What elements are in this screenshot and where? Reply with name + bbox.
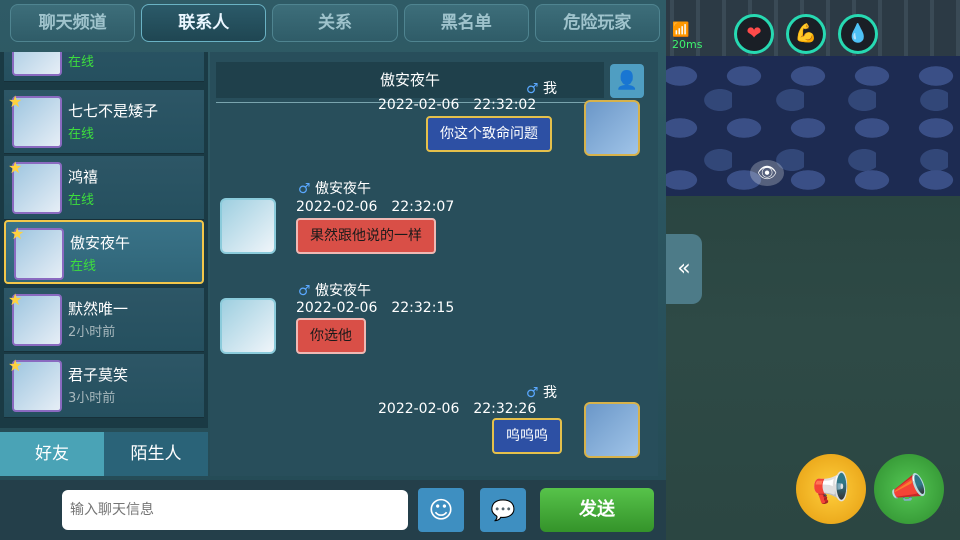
tab-relations[interactable]: 关系 — [272, 4, 398, 42]
contact-item-selected[interactable]: ★ 傲安夜午 在线 — [4, 220, 204, 284]
message-time: 2022-02-06 22:32:02 — [378, 97, 537, 113]
contact-item[interactable]: ★ 鸿禧 在线 — [4, 156, 204, 220]
star-icon: ★ — [8, 290, 23, 309]
contact-status: 在线 — [68, 193, 95, 208]
message-bubble: 你选他 — [296, 318, 366, 354]
contact-name: 默然唯一 — [68, 300, 129, 318]
star-icon: ★ — [10, 224, 25, 243]
chat-area[interactable]: 傲安夜午 👤 ♂ 我 2022-02-06 22:32:02 你这个致命问题 ♂… — [210, 52, 658, 476]
contact-item[interactable]: ★ 默然唯一 2小时前 — [4, 288, 204, 352]
sender-name: 我 — [543, 385, 558, 401]
avatar — [12, 52, 62, 76]
contact-item[interactable]: 在线 — [4, 52, 204, 82]
ping-value: 20ms — [672, 38, 703, 51]
tab-danger-players[interactable]: 危险玩家 — [534, 4, 661, 42]
avatar — [220, 298, 276, 354]
contact-name: 鸿禧 — [68, 168, 99, 186]
message-bubble: 呜呜呜 — [492, 418, 562, 454]
message-time: 2022-02-06 22:32:26 — [378, 401, 537, 417]
tab-contacts[interactable]: 联系人 — [141, 4, 267, 42]
message-bubble: 果然跟他说的一样 — [296, 218, 436, 254]
arm-icon[interactable]: 💪 — [786, 14, 826, 54]
smiley-icon[interactable]: ☺ — [418, 488, 464, 532]
avatar — [584, 100, 640, 156]
message-sender: ♂ 傲安夜午 — [298, 178, 371, 198]
heart-icon[interactable]: ❤ — [734, 14, 774, 54]
message-bubble: 你这个致命问题 — [426, 116, 552, 152]
tab-blacklist[interactable]: 黑名单 — [403, 4, 529, 42]
sender-name: 我 — [543, 81, 558, 97]
tab-friends[interactable]: 好友 — [0, 432, 104, 476]
male-icon: ♂ — [298, 181, 311, 197]
double-chevron-left-icon[interactable]: « — [666, 234, 702, 304]
megaphone-icon[interactable]: 📣 — [874, 454, 944, 524]
contact-list[interactable]: 在线 ★ 七七不是矮子 在线 ★ 鸿禧 在线 ★ 傲安夜午 在线 ★ 默然唯一 … — [0, 52, 208, 428]
input-bar: ☺ 💬 发送 — [0, 480, 666, 540]
contact-status: 2小时前 — [68, 325, 116, 340]
contact-status: 在线 — [70, 259, 97, 274]
contact-status: 3小时前 — [68, 391, 116, 406]
contact-status: 在线 — [68, 127, 95, 142]
star-icon: ★ — [8, 92, 23, 111]
message-time: 2022-02-06 22:32:07 — [296, 199, 455, 215]
message-time: 2022-02-06 22:32:15 — [296, 300, 455, 316]
star-icon: ★ — [8, 158, 23, 177]
user-icon[interactable]: 👤 — [610, 64, 644, 98]
contact-name: 傲安夜午 — [70, 234, 131, 252]
eye-icon[interactable]: 👁 — [750, 160, 784, 186]
ping-indicator: 📶 20ms — [672, 22, 702, 51]
speech-bubble-icon[interactable]: 💬 — [480, 488, 526, 532]
contact-item[interactable]: ★ 七七不是矮子 在线 — [4, 90, 204, 154]
contact-status: 在线 — [68, 55, 95, 70]
tab-chat-channel[interactable]: 聊天频道 — [10, 4, 136, 42]
chat-input[interactable] — [62, 490, 408, 530]
chat-panel: 聊天频道 联系人 关系 黑名单 危险玩家 在线 ★ 七七不是矮子 在线 ★ 鸿禧… — [0, 0, 666, 540]
tab-bar: 聊天频道 联系人 关系 黑名单 危险玩家 — [10, 4, 661, 46]
avatar — [220, 198, 276, 254]
send-button[interactable]: 发送 — [540, 488, 654, 532]
contact-name: 君子莫笑 — [68, 366, 129, 384]
sender-name: 傲安夜午 — [315, 181, 372, 197]
contact-filter-tabs: 好友 陌生人 — [0, 432, 208, 476]
contact-name: 七七不是矮子 — [68, 102, 159, 120]
wifi-icon: 📶 — [672, 22, 690, 38]
megaphone-icon[interactable]: 📢 — [796, 454, 866, 524]
avatar — [584, 402, 640, 458]
drop-icon[interactable]: 💧 — [838, 14, 878, 54]
tab-strangers[interactable]: 陌生人 — [104, 432, 208, 476]
star-icon: ★ — [8, 356, 23, 375]
contact-item[interactable]: ★ 君子莫笑 3小时前 — [4, 354, 204, 418]
